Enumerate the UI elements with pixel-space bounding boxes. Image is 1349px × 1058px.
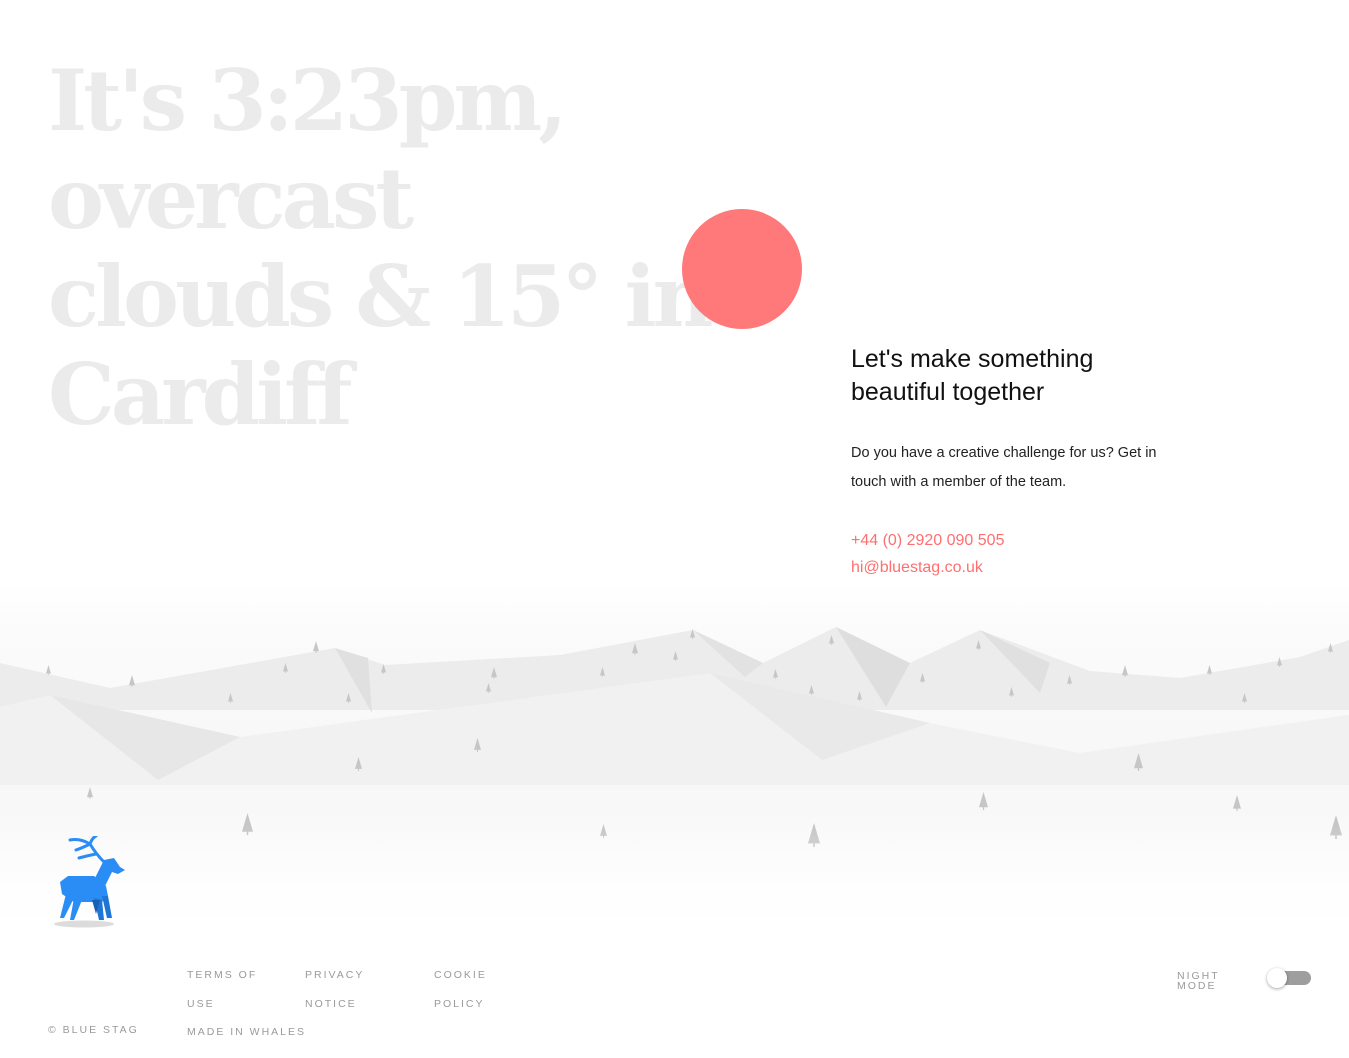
mountain-landscape	[0, 585, 1349, 945]
sun-icon	[682, 209, 802, 329]
weather-headline: It's 3:23pm, overcast clouds & 15° in Ca…	[48, 51, 714, 444]
terms-of-use-link[interactable]: TERMS OF USE	[187, 961, 287, 1019]
contact-heading: Let's make something beautiful together	[851, 345, 1094, 406]
weather-headline-line: overcast	[48, 149, 414, 248]
email-link[interactable]: hi@bluestag.co.uk	[851, 554, 1181, 581]
cookie-policy-link[interactable]: COOKIE POLICY	[434, 961, 534, 1019]
made-in-whales-link[interactable]: MADE IN WHALES	[187, 1018, 327, 1047]
copyright-text: © BLUE STAG	[48, 1024, 139, 1036]
night-mode-label: NIGHT MODE	[1177, 970, 1220, 992]
weather-headline-line: Cardiff	[48, 345, 352, 444]
contact-section: Let's make something beautiful together …	[851, 343, 1181, 581]
page: It's 3:23pm, overcast clouds & 15° in Ca…	[0, 0, 1349, 1058]
contact-body: Do you have a creative challenge for us?…	[851, 445, 1157, 490]
weather-headline-line: clouds & 15° in	[48, 247, 714, 346]
night-mode-toggle[interactable]	[1267, 968, 1311, 988]
privacy-notice-link[interactable]: PRIVACY NOTICE	[305, 961, 405, 1019]
blue-stag-icon[interactable]	[52, 836, 128, 930]
weather-headline-line: It's 3:23pm,	[48, 51, 568, 150]
phone-link[interactable]: +44 (0) 2920 090 505	[851, 527, 1181, 554]
toggle-knob	[1267, 968, 1287, 988]
